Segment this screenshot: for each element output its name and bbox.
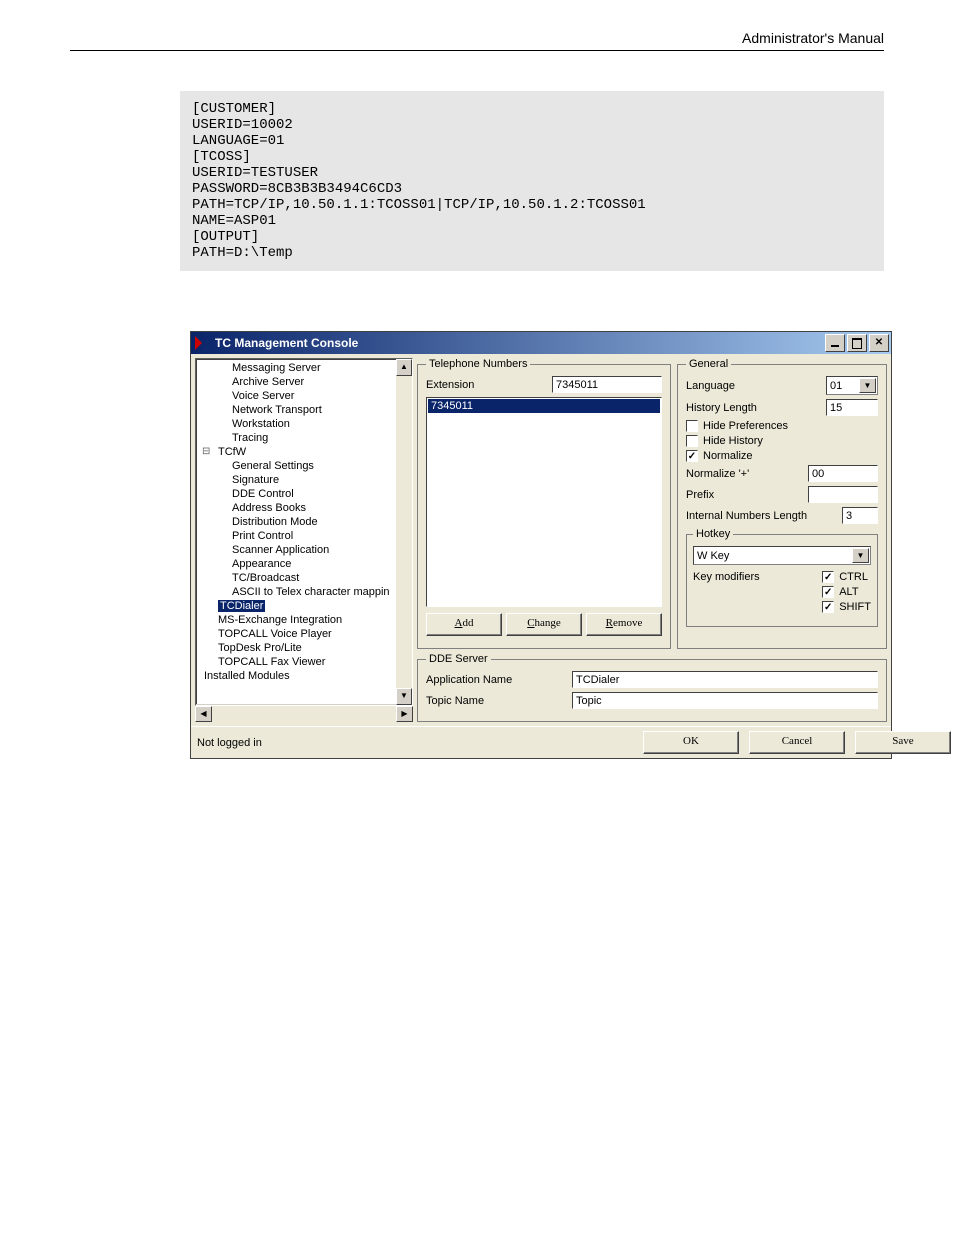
- tree-item[interactable]: TOPCALL Fax Viewer: [202, 655, 412, 669]
- tree-item[interactable]: Installed Modules: [202, 669, 412, 683]
- status-bar: Not logged in OK Cancel Save: [191, 726, 891, 758]
- tree-item[interactable]: Signature: [202, 473, 412, 487]
- config-code-block: [CUSTOMER] USERID=10002 LANGUAGE=01 [TCO…: [180, 91, 884, 271]
- scroll-left-button[interactable]: ◀: [195, 706, 212, 722]
- history-length-label: History Length: [686, 402, 757, 414]
- internal-numbers-length-input[interactable]: [842, 507, 878, 524]
- hotkey-legend: Hotkey: [693, 528, 733, 540]
- tree-item[interactable]: TCfW: [202, 445, 412, 459]
- tree-item[interactable]: General Settings: [202, 459, 412, 473]
- titlebar[interactable]: TC Management Console: [191, 332, 891, 354]
- shift-checkbox[interactable]: ✓SHIFT: [822, 601, 871, 613]
- history-length-input[interactable]: [826, 399, 878, 416]
- telephone-numbers-group: Telephone Numbers Extension 7345011 Add …: [417, 358, 671, 649]
- tree-item[interactable]: Appearance: [202, 557, 412, 571]
- extension-input[interactable]: [552, 376, 662, 393]
- tree-item[interactable]: Tracing: [202, 431, 412, 445]
- language-select[interactable]: 01 ▼: [826, 376, 878, 395]
- save-button[interactable]: Save: [855, 731, 951, 754]
- scroll-right-button[interactable]: ▶: [396, 706, 413, 722]
- tree-item[interactable]: Archive Server: [202, 375, 412, 389]
- window-title: TC Management Console: [215, 336, 358, 350]
- prefix-label: Prefix: [686, 489, 714, 501]
- extension-listbox[interactable]: 7345011: [426, 397, 662, 607]
- list-item[interactable]: 7345011: [428, 399, 660, 413]
- tree-horizontal-scrollbar[interactable]: ◀ ▶: [195, 706, 413, 722]
- topic-name-label: Topic Name: [426, 695, 566, 707]
- tree-item[interactable]: Distribution Mode: [202, 515, 412, 529]
- navigation-tree[interactable]: Messaging ServerArchive ServerVoice Serv…: [195, 358, 413, 706]
- chevron-down-icon[interactable]: ▼: [852, 548, 869, 563]
- dde-legend: DDE Server: [426, 653, 491, 665]
- minimize-button[interactable]: [825, 334, 845, 352]
- telephone-legend: Telephone Numbers: [426, 358, 530, 370]
- status-text: Not logged in: [197, 737, 637, 749]
- cancel-button[interactable]: Cancel: [749, 731, 845, 754]
- add-button[interactable]: Add: [426, 613, 502, 636]
- scroll-up-button[interactable]: ▲: [396, 359, 412, 376]
- application-name-label: Application Name: [426, 674, 566, 686]
- topic-name-input[interactable]: [572, 692, 878, 709]
- hide-preferences-checkbox[interactable]: Hide Preferences: [686, 420, 878, 432]
- change-button[interactable]: Change: [506, 613, 582, 636]
- general-group: General Language 01 ▼ History Length: [677, 358, 887, 649]
- tree-item[interactable]: Messaging Server: [202, 361, 412, 375]
- ctrl-checkbox[interactable]: ✓CTRL: [822, 571, 871, 583]
- normalize-plus-label: Normalize '+': [686, 468, 749, 480]
- remove-button[interactable]: Remove: [586, 613, 662, 636]
- tree-item[interactable]: TCDialer: [202, 599, 412, 613]
- prefix-input[interactable]: [808, 486, 878, 503]
- close-button[interactable]: [869, 334, 889, 352]
- tree-item[interactable]: Voice Server: [202, 389, 412, 403]
- hotkey-select[interactable]: W Key ▼: [693, 546, 871, 565]
- normalize-plus-input[interactable]: [808, 465, 878, 482]
- scroll-down-button[interactable]: ▼: [396, 688, 412, 705]
- page-header: Administrator's Manual: [70, 30, 884, 51]
- maximize-button[interactable]: [847, 334, 867, 352]
- language-label: Language: [686, 380, 735, 392]
- tree-item[interactable]: MS-Exchange Integration: [202, 613, 412, 627]
- hotkey-group: Hotkey W Key ▼ Key modifiers ✓CTRL ✓ALT: [686, 528, 878, 627]
- tree-item[interactable]: DDE Control: [202, 487, 412, 501]
- internal-numbers-length-label: Internal Numbers Length: [686, 510, 807, 522]
- tree-item[interactable]: ASCII to Telex character mappin: [202, 585, 412, 599]
- app-icon: [195, 336, 209, 350]
- normalize-checkbox[interactable]: ✓Normalize: [686, 450, 878, 462]
- key-modifiers-label: Key modifiers: [693, 571, 760, 583]
- general-legend: General: [686, 358, 731, 370]
- tree-item[interactable]: Address Books: [202, 501, 412, 515]
- ok-button[interactable]: OK: [643, 731, 739, 754]
- tree-item[interactable]: TC/Broadcast: [202, 571, 412, 585]
- tree-vertical-scrollbar[interactable]: ▲ ▼: [396, 359, 412, 705]
- tree-item[interactable]: TOPCALL Voice Player: [202, 627, 412, 641]
- alt-checkbox[interactable]: ✓ALT: [822, 586, 871, 598]
- tree-item[interactable]: Network Transport: [202, 403, 412, 417]
- tree-item[interactable]: Print Control: [202, 529, 412, 543]
- chevron-down-icon[interactable]: ▼: [859, 378, 876, 393]
- tree-item[interactable]: TopDesk Pro/Lite: [202, 641, 412, 655]
- dde-server-group: DDE Server Application Name Topic Name: [417, 653, 887, 722]
- management-console-window: TC Management Console Messaging ServerAr…: [190, 331, 892, 759]
- tree-item[interactable]: Workstation: [202, 417, 412, 431]
- extension-label: Extension: [426, 379, 474, 391]
- application-name-input[interactable]: [572, 671, 878, 688]
- hide-history-checkbox[interactable]: Hide History: [686, 435, 878, 447]
- tree-item[interactable]: Scanner Application: [202, 543, 412, 557]
